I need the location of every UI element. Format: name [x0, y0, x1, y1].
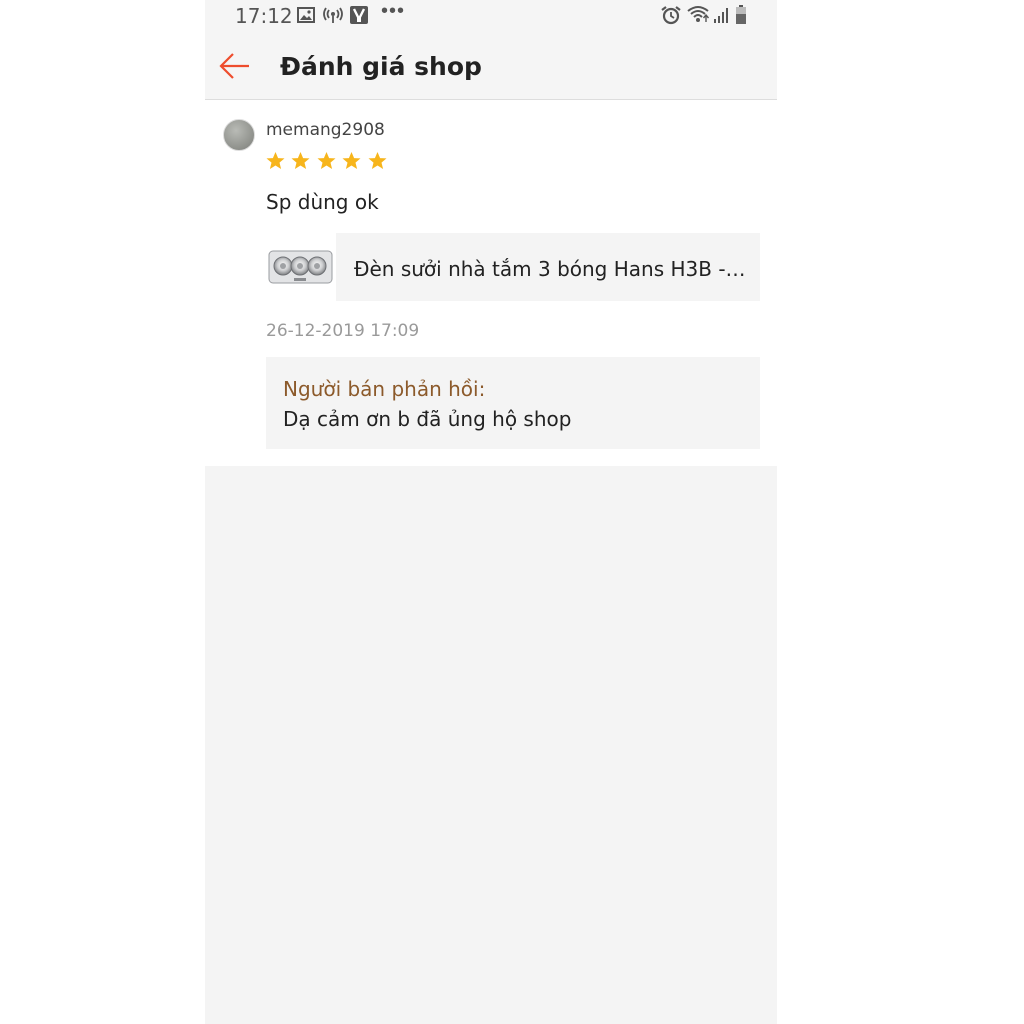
more-dots-icon: •••	[381, 0, 406, 22]
star-icon	[291, 152, 310, 169]
page-title: Đánh giá shop	[280, 52, 482, 81]
product-link[interactable]: Đèn sưởi nhà tắm 3 bóng Hans H3B - H…	[266, 233, 760, 301]
username: memang2908	[266, 120, 385, 140]
review-card: memang2908 Sp dùng ok Đèn sưởi nhà tắm 3…	[205, 100, 777, 466]
alarm-icon	[661, 6, 681, 25]
signal-broadcast-icon	[323, 7, 343, 23]
heater-lamp-image	[268, 250, 333, 284]
rating-stars	[265, 151, 388, 171]
status-time: 17:12	[235, 4, 293, 28]
product-thumbnail	[266, 233, 335, 301]
image-icon	[297, 7, 315, 23]
cell-signal-icon	[714, 8, 728, 23]
star-icon	[368, 152, 387, 169]
review-comment: Sp dùng ok	[266, 190, 379, 214]
seller-reply: Người bán phản hồi: Dạ cảm ơn b đã ủng h…	[266, 357, 760, 449]
phone-screen: 17:12 ••• Đánh giá shop memang2908 Sp dù…	[205, 0, 777, 1024]
review-datetime: 26-12-2019 17:09	[266, 321, 420, 341]
seller-reply-label: Người bán phản hồi:	[283, 377, 486, 401]
battery-icon	[736, 5, 746, 24]
product-name: Đèn sưởi nhà tắm 3 bóng Hans H3B - H…	[354, 257, 749, 281]
product-name-box: Đèn sưởi nhà tắm 3 bóng Hans H3B - H…	[336, 233, 760, 301]
arrow-left-icon	[219, 53, 249, 79]
wifi-icon	[687, 6, 710, 22]
vpn-key-icon	[350, 6, 368, 24]
star-icon	[266, 152, 285, 169]
star-icon	[342, 152, 361, 169]
avatar[interactable]	[223, 119, 255, 151]
seller-reply-text: Dạ cảm ơn b đã ủng hộ shop	[283, 407, 572, 431]
back-button[interactable]	[217, 50, 253, 82]
star-icon	[317, 152, 336, 169]
status-bar: 17:12 •••	[205, 0, 777, 32]
app-header: Đánh giá shop	[205, 32, 777, 100]
